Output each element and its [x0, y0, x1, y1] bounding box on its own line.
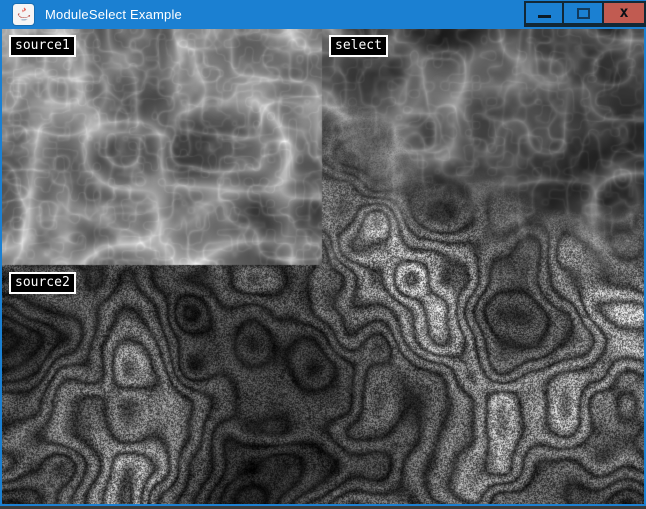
label-select: select: [329, 35, 388, 57]
close-button[interactable]: x: [604, 3, 644, 23]
minimize-icon: [538, 15, 551, 18]
close-icon: x: [619, 5, 628, 20]
label-source1: source1: [9, 35, 76, 57]
java-coffee-cup-icon: [13, 4, 34, 25]
maximize-button[interactable]: [564, 3, 602, 23]
titlebar[interactable]: ModuleSelect Example x: [0, 0, 646, 29]
noise-canvas: [2, 29, 644, 504]
label-source2: source2: [9, 272, 76, 294]
minimize-button[interactable]: [526, 3, 562, 23]
java-logo: [15, 6, 32, 23]
maximize-icon: [577, 8, 590, 19]
app-window: ModuleSelect Example x source1 select so…: [0, 0, 646, 506]
render-area: source1 select source2: [2, 29, 644, 504]
window-title: ModuleSelect Example: [45, 7, 182, 22]
window-controls: x: [524, 1, 646, 27]
screen: ModuleSelect Example x source1 select so…: [0, 0, 646, 509]
